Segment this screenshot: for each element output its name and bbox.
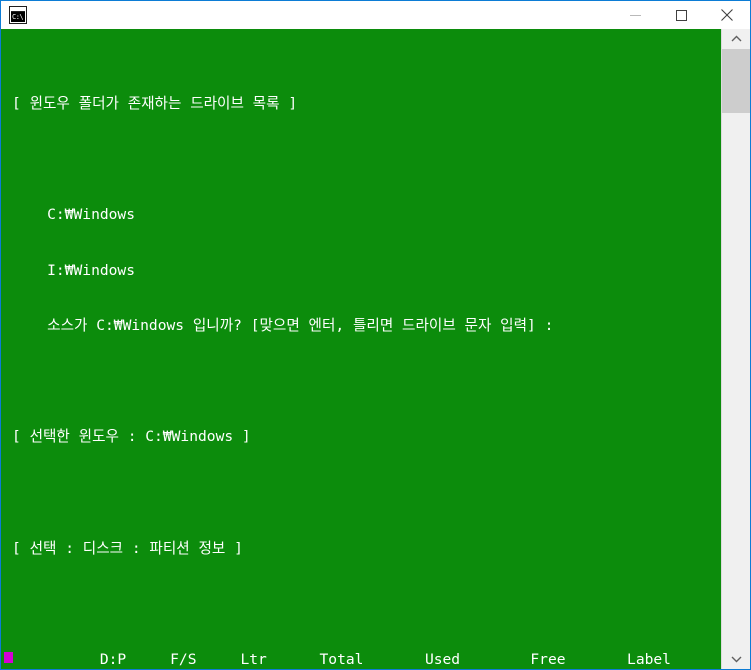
icon-screen: C:\ [11,12,25,22]
source-confirm-prompt: 소스가 C:₩Windows 입니까? [맞으면 엔터, 틀리면 드라이브 문자… [12,317,554,335]
scrollbar-track[interactable] [722,49,750,649]
table-header: D:P F/S Ltr Total Used Free Label [12,651,671,669]
maximize-icon [675,9,687,21]
minimize-icon [629,14,641,16]
selected-windows-line: [ 선택한 윈도우 : C:₩Windows ] [12,428,251,446]
partition-section-title: [ 선택 : 디스크 : 파티션 정보 ] [12,539,243,557]
header-drives-line: [ 윈도우 폴더가 존재하는 드라이브 목록 ] [12,94,298,112]
scroll-up-arrow-icon [731,35,741,42]
scroll-up-button[interactable] [722,29,750,49]
scroll-down-arrow-icon [731,656,741,663]
minimize-button[interactable] [612,1,658,29]
console-area: [ 윈도우 폴더가 존재하는 드라이브 목록 ] C:₩Windows I:₩W… [1,29,750,669]
scroll-thumb[interactable] [722,49,750,113]
scroll-down-button[interactable] [722,649,750,669]
close-icon [721,9,733,21]
vertical-scrollbar[interactable] [721,29,750,669]
drive-entry-2: I:₩Windows [12,261,136,279]
title-bar[interactable]: C:\ [1,1,750,29]
close-button[interactable] [704,1,750,29]
cmd-console-icon: C:\ [9,6,27,24]
text-cursor [4,652,13,663]
maximize-button[interactable] [658,1,704,29]
console-window: C:\ [ 윈도우 폴더가 존재하는 드라이브 목록 ] C:₩Windows [0,0,751,670]
console-output[interactable]: [ 윈도우 폴더가 존재하는 드라이브 목록 ] C:₩Windows I:₩W… [1,29,721,669]
drive-entry-1: C:₩Windows [12,205,136,223]
